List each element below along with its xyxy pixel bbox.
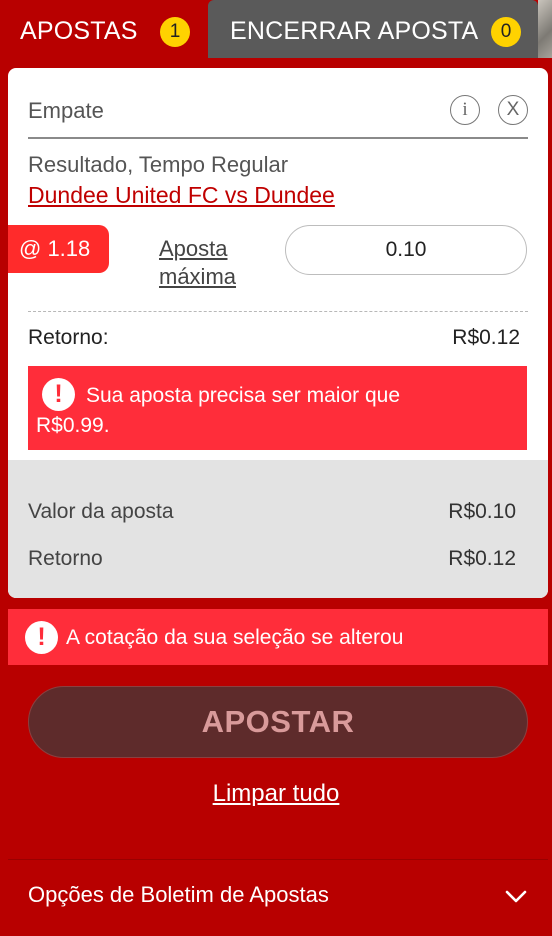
exclamation-icon: ! — [42, 378, 75, 411]
min-stake-error: ! Sua aposta precisa ser maior que R$0.9… — [28, 366, 527, 450]
stake-input[interactable] — [285, 225, 527, 275]
place-bet-button[interactable]: APOSTAR — [28, 686, 528, 758]
total-return-label: Retorno — [28, 547, 103, 570]
tab-apostas-label: APOSTAS — [20, 17, 138, 45]
total-stake-label: Valor da aposta — [28, 500, 174, 523]
chevron-down-icon — [505, 890, 527, 903]
total-stake-value: R$0.10 — [448, 500, 516, 523]
close-icon[interactable]: X — [498, 95, 528, 125]
dashed-divider — [28, 311, 528, 312]
error-line-2: R$0.99. — [36, 414, 110, 437]
betslip-options-label: Opções de Boletim de Apostas — [28, 882, 329, 907]
market-name: Resultado, Tempo Regular — [28, 152, 289, 177]
total-return-value: R$0.12 — [448, 547, 516, 570]
event-link[interactable]: Dundee United FC vs Dundee — [28, 182, 335, 209]
background-image-edge — [538, 0, 552, 58]
odds-changed-banner: ! A cotação da sua seleção se alterou — [8, 609, 548, 665]
bet-summary: Valor da aposta R$0.10 Retorno R$0.12 — [8, 460, 548, 598]
clear-all-link[interactable]: Limpar tudo — [0, 780, 552, 808]
tab-apostas-count-badge: 1 — [160, 17, 190, 47]
exclamation-icon: ! — [25, 621, 58, 654]
tab-encerrar-aposta-count-badge: 0 — [491, 17, 521, 47]
max-bet-link[interactable]: Aposta máxima — [159, 235, 236, 291]
error-line-1: Sua aposta precisa ser maior que — [86, 384, 401, 407]
return-value: R$0.12 — [452, 326, 520, 349]
divider — [28, 137, 528, 139]
tab-encerrar-aposta-label: ENCERRAR APOSTA — [230, 17, 479, 45]
tab-encerrar-aposta[interactable]: ENCERRAR APOSTA 0 — [208, 0, 538, 58]
betslip-options-toggle[interactable]: Opções de Boletim de Apostas — [8, 860, 548, 930]
betslip-tabs: APOSTAS 1 ENCERRAR APOSTA 0 — [0, 0, 552, 64]
bet-card: Empate i X Resultado, Tempo Regular Dund… — [8, 68, 548, 598]
max-bet-label-line2: máxima — [159, 264, 237, 289]
odds-badge: @ 1.18 — [8, 225, 109, 273]
odds-changed-text: A cotação da sua seleção se alterou — [66, 626, 404, 649]
min-stake-error-text: Sua aposta precisa ser maior que R$0.99. — [36, 381, 508, 441]
max-bet-label-line1: Aposta — [159, 236, 228, 261]
selection-name: Empate — [28, 98, 104, 123]
tab-apostas[interactable]: APOSTAS 1 — [0, 0, 204, 64]
info-icon[interactable]: i — [450, 95, 480, 125]
return-label: Retorno: — [28, 326, 109, 349]
